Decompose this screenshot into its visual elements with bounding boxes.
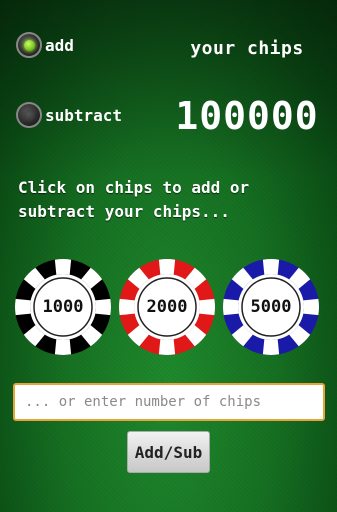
- add-radio-option[interactable]: add: [16, 32, 74, 58]
- your-chips-title: your chips: [190, 38, 304, 59]
- chip-1000-button[interactable]: 1000: [14, 258, 112, 356]
- radio-unselected-indicator-icon: [23, 109, 35, 121]
- instructions-text: Click on chips to add or subtract your c…: [18, 178, 250, 221]
- subtract-radio-label: subtract: [45, 105, 123, 125]
- chip-value-label: 2000: [146, 297, 188, 317]
- add-radio-button[interactable]: [16, 32, 42, 58]
- chip-value-label: 5000: [250, 297, 292, 317]
- add-sub-button[interactable]: Add/Sub: [127, 431, 210, 473]
- chip-5000-button[interactable]: 5000: [222, 258, 320, 356]
- chip-count-value: 100000: [175, 94, 319, 138]
- chip-amount-input[interactable]: [13, 383, 325, 421]
- chip-value-label: 1000: [42, 297, 84, 317]
- add-radio-label: add: [45, 35, 74, 55]
- chip-2000-button[interactable]: 2000: [118, 258, 216, 356]
- radio-selected-indicator-icon: [23, 39, 35, 51]
- subtract-radio-option[interactable]: subtract: [16, 102, 122, 128]
- subtract-radio-button[interactable]: [16, 102, 42, 128]
